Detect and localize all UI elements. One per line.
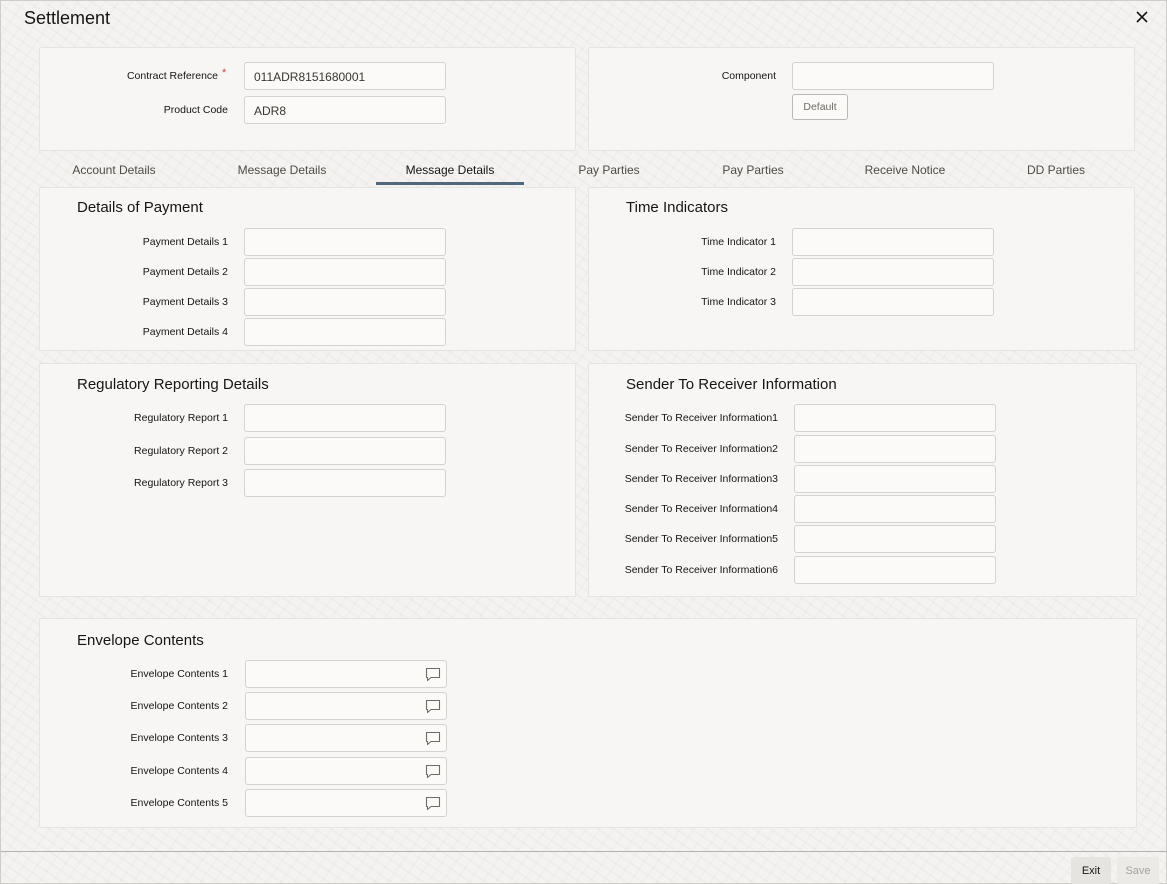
component-field[interactable] xyxy=(792,62,994,90)
regulatory-report-1-label: Regulatory Report 1 xyxy=(134,412,228,424)
regulatory-report-2-field[interactable] xyxy=(244,437,446,465)
envelope-contents-4-label: Envelope Contents 4 xyxy=(130,765,228,777)
payment-details-4-label: Payment Details 4 xyxy=(142,326,228,338)
sender-to-receiver-6-label: Sender To Receiver Information6 xyxy=(624,564,778,576)
sender-to-receiver-3-field[interactable] xyxy=(794,465,996,493)
payment-details-3-field[interactable] xyxy=(244,288,446,316)
envelope-contents-2-field[interactable] xyxy=(245,692,447,720)
envelope-contents-4-field[interactable] xyxy=(245,757,447,785)
comment-icon[interactable] xyxy=(425,699,441,714)
regulatory-report-2-label: Regulatory Report 2 xyxy=(134,445,228,457)
tab-message-details-1[interactable]: Message Details xyxy=(223,159,341,185)
default-button[interactable]: Default xyxy=(792,94,848,120)
time-indicator-2-label: Time Indicator 2 xyxy=(701,266,776,278)
time-indicator-3-field[interactable] xyxy=(792,288,994,316)
contract-reference-field[interactable]: 011ADR8151680001 xyxy=(244,62,446,90)
envelope-contents-5-field[interactable] xyxy=(245,789,447,817)
sender-to-receiver-1-label: Sender To Receiver Information1 xyxy=(624,412,778,424)
required-marker: * xyxy=(222,67,227,79)
time-indicator-1-field[interactable] xyxy=(792,228,994,256)
time-indicator-2-field[interactable] xyxy=(792,258,994,286)
envelope-contents-3-field[interactable] xyxy=(245,724,447,752)
tab-receive-notice[interactable]: Receive Notice xyxy=(851,159,959,185)
payment-details-1-field[interactable] xyxy=(244,228,446,256)
comment-icon[interactable] xyxy=(425,764,441,779)
envelope-contents-5-label: Envelope Contents 5 xyxy=(130,797,228,809)
time-indicator-3-label: Time Indicator 3 xyxy=(701,296,776,308)
envelope-contents-title: Envelope Contents xyxy=(77,632,204,649)
comment-icon[interactable] xyxy=(425,667,441,682)
envelope-contents-1-label: Envelope Contents 1 xyxy=(130,668,228,680)
sender-to-receiver-title: Sender To Receiver Information xyxy=(626,376,837,393)
exit-button[interactable]: Exit xyxy=(1071,857,1111,884)
sender-to-receiver-1-field[interactable] xyxy=(794,404,996,432)
regulatory-report-1-field[interactable] xyxy=(244,404,446,432)
envelope-contents-2-label: Envelope Contents 2 xyxy=(130,700,228,712)
sender-to-receiver-2-field[interactable] xyxy=(794,435,996,463)
regulatory-reporting-title: Regulatory Reporting Details xyxy=(77,376,269,393)
sender-to-receiver-5-field[interactable] xyxy=(794,525,996,553)
payment-details-3-label: Payment Details 3 xyxy=(142,296,228,308)
footer-divider xyxy=(1,851,1167,852)
component-label: Component xyxy=(721,70,776,82)
window-title: Settlement xyxy=(24,8,111,28)
time-indicators-title: Time Indicators xyxy=(626,199,728,216)
close-icon[interactable] xyxy=(1132,7,1152,27)
tab-account-details[interactable]: Account Details xyxy=(53,159,175,185)
sender-to-receiver-2-label: Sender To Receiver Information2 xyxy=(624,443,778,455)
product-code-field[interactable]: ADR8 xyxy=(244,96,446,124)
payment-details-2-field[interactable] xyxy=(244,258,446,286)
tab-pay-parties-1[interactable]: Pay Parties xyxy=(561,159,657,185)
sender-to-receiver-4-label: Sender To Receiver Information4 xyxy=(624,503,778,515)
regulatory-report-3-field[interactable] xyxy=(244,469,446,497)
comment-icon[interactable] xyxy=(425,796,441,811)
envelope-contents-3-label: Envelope Contents 3 xyxy=(130,732,228,744)
save-button[interactable]: Save xyxy=(1117,857,1159,884)
payment-details-1-label: Payment Details 1 xyxy=(142,236,228,248)
contract-reference-label: Contract Reference xyxy=(126,70,218,82)
product-code-label: Product Code xyxy=(163,104,228,116)
sender-to-receiver-6-field[interactable] xyxy=(794,556,996,584)
time-indicator-1-label: Time Indicator 1 xyxy=(701,236,776,248)
sender-to-receiver-5-label: Sender To Receiver Information5 xyxy=(624,533,778,545)
payment-details-4-field[interactable] xyxy=(244,318,446,346)
envelope-contents-1-field[interactable] xyxy=(245,660,447,688)
settlement-window: Settlement Contract Reference * 011ADR81… xyxy=(0,0,1167,884)
tab-dd-parties[interactable]: DD Parties xyxy=(1011,159,1101,185)
tab-pay-parties-2[interactable]: Pay Parties xyxy=(705,159,801,185)
regulatory-report-3-label: Regulatory Report 3 xyxy=(134,477,228,489)
sender-to-receiver-4-field[interactable] xyxy=(794,495,996,523)
tab-message-details-2[interactable]: Message Details xyxy=(376,159,524,185)
comment-icon[interactable] xyxy=(425,731,441,746)
sender-to-receiver-3-label: Sender To Receiver Information3 xyxy=(624,473,778,485)
payment-details-2-label: Payment Details 2 xyxy=(142,266,228,278)
details-of-payment-title: Details of Payment xyxy=(77,199,203,216)
